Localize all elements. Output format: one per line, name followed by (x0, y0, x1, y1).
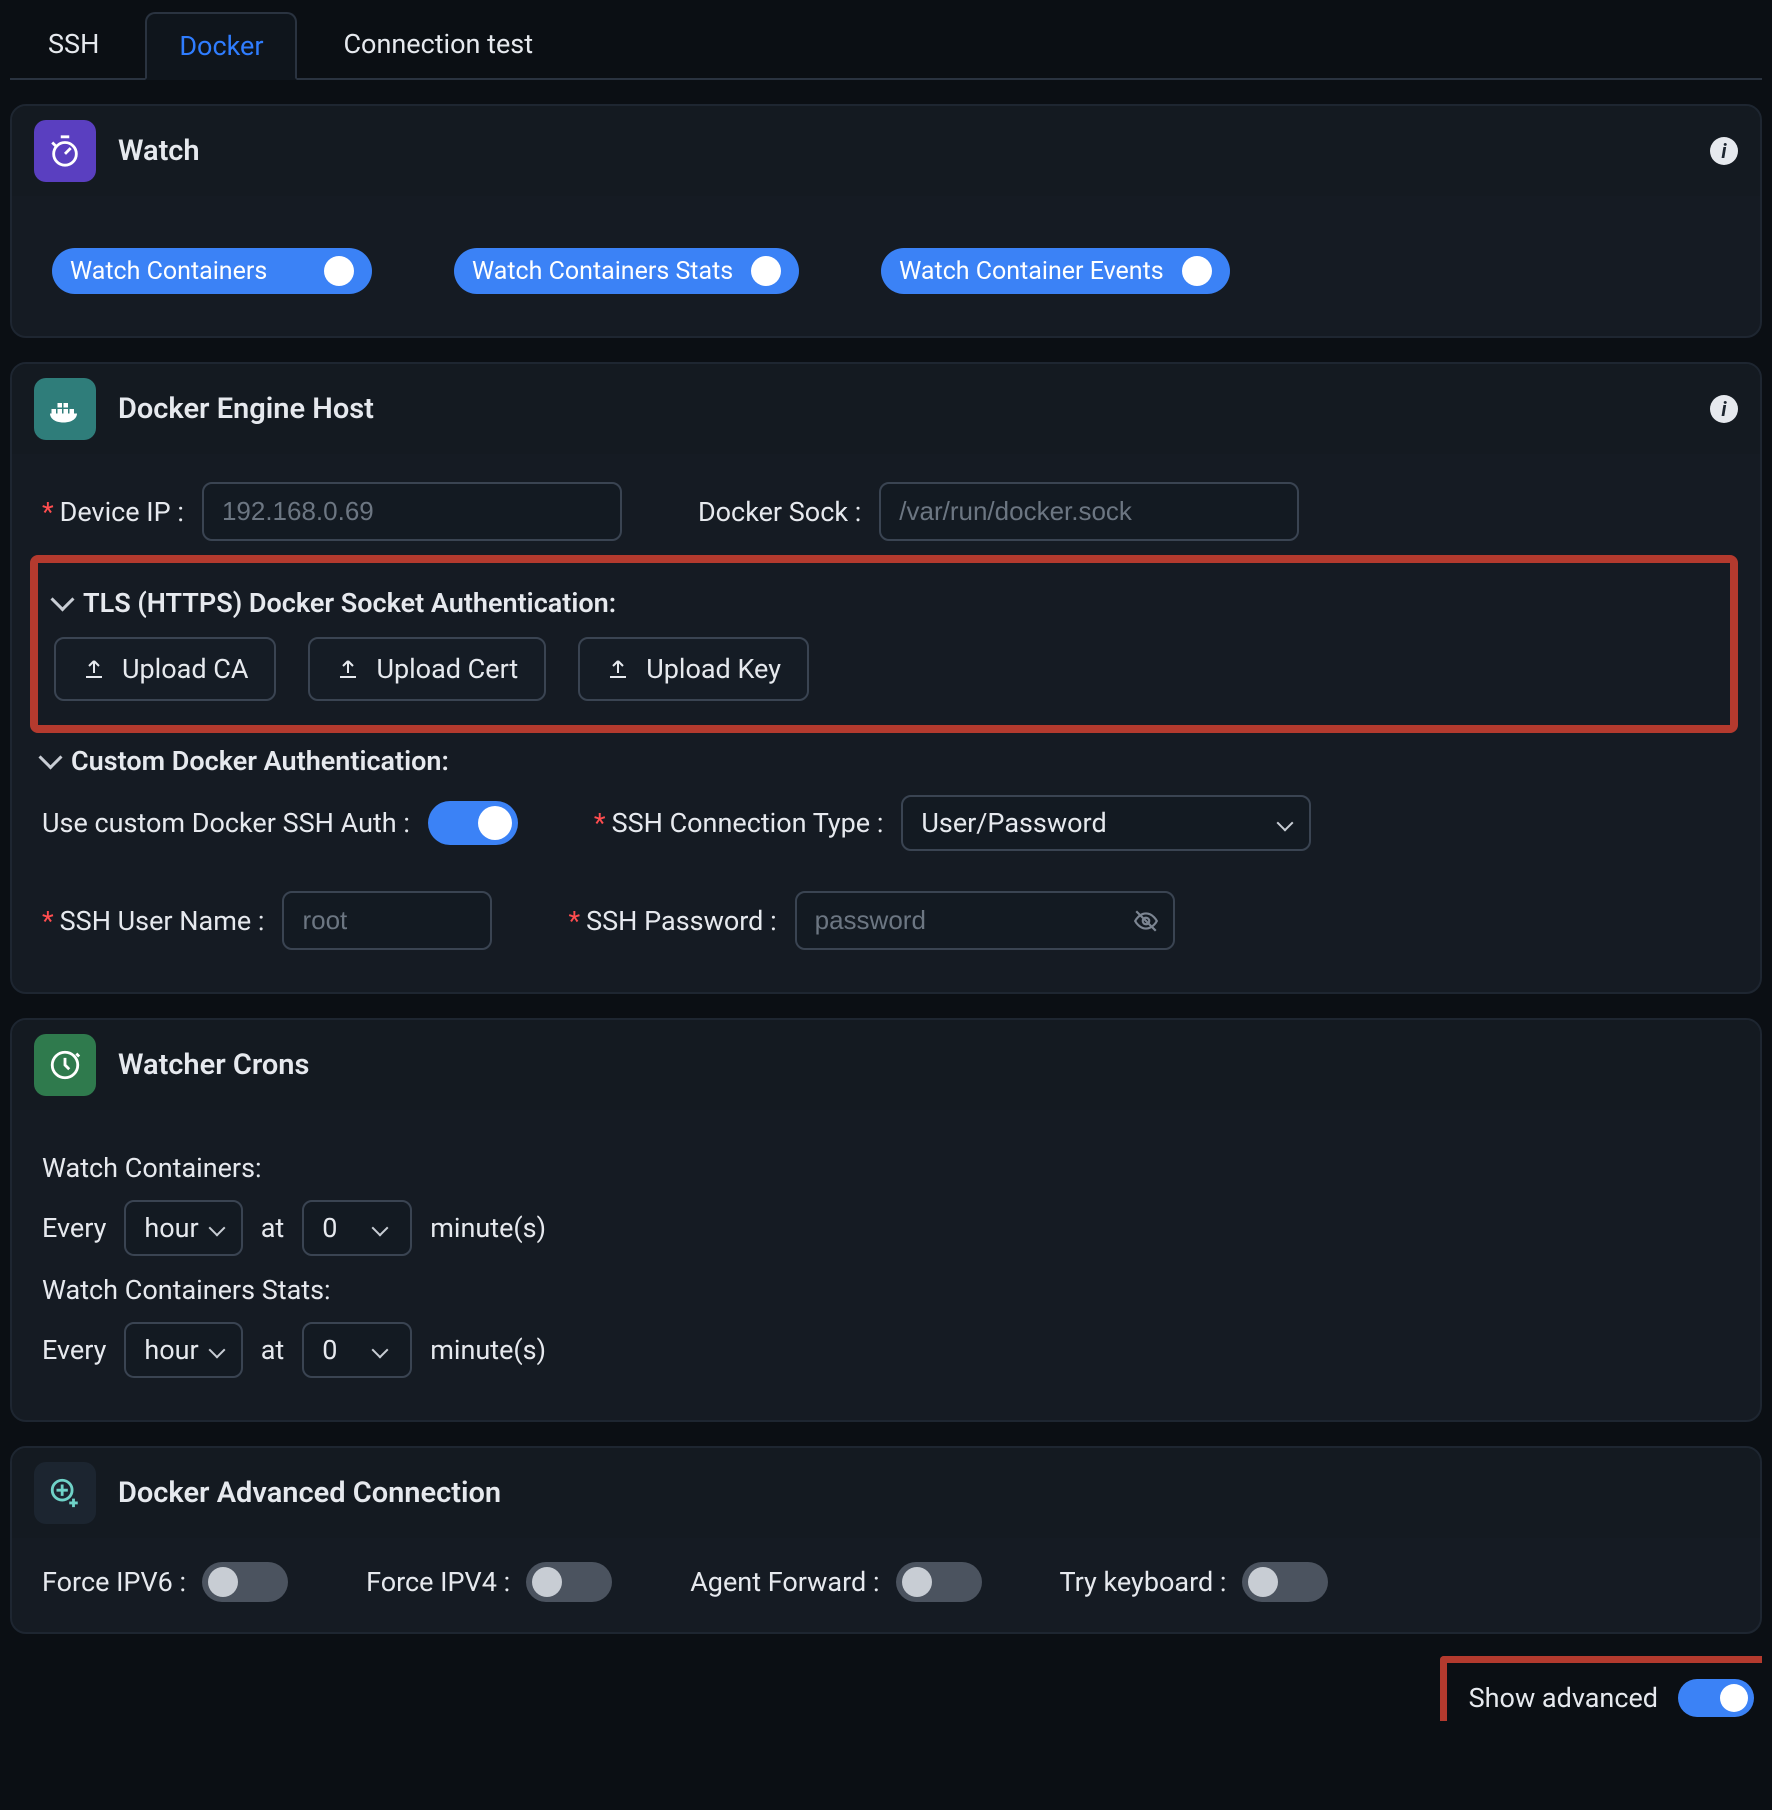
clock-icon (34, 1034, 96, 1096)
try-keyboard-label: Try keyboard (1060, 1566, 1227, 1598)
chevron-down-icon (1279, 807, 1291, 839)
toggle-agent-forward[interactable] (896, 1562, 982, 1602)
ssh-type-label: *SSH Connection Type (594, 807, 883, 839)
upload-cert-button[interactable]: Upload Cert (308, 637, 546, 701)
minutes-label: minute(s) (430, 1334, 546, 1366)
chevron-down-icon (211, 1212, 223, 1244)
card-docker-engine: Docker Engine Host i *Device IP Docker S… (10, 362, 1762, 994)
wcs-unit-select[interactable]: hour (124, 1322, 242, 1378)
show-advanced-highlight: Show advanced (1440, 1656, 1762, 1721)
upload-ca-button[interactable]: Upload CA (54, 637, 276, 701)
docker-icon (34, 378, 96, 440)
tls-section-highlight: TLS (HTTPS) Docker Socket Authentication… (30, 555, 1738, 733)
upload-icon (336, 657, 360, 681)
select-value: hour (144, 1334, 198, 1366)
tls-collapse[interactable]: TLS (HTTPS) Docker Socket Authentication… (54, 587, 1714, 619)
adv-title: Docker Advanced Connection (118, 1476, 501, 1510)
tabs: SSH Docker Connection test (10, 10, 1762, 80)
card-watcher-crons: Watcher Crons Watch Containers: Every ho… (10, 1018, 1762, 1422)
toggle-watch-events[interactable]: Watch Container Events (881, 248, 1230, 294)
show-advanced-label: Show advanced (1469, 1682, 1658, 1714)
minutes-label: minute(s) (430, 1212, 546, 1244)
chevron-down-icon (42, 745, 59, 777)
toggle-ipv4[interactable] (526, 1562, 612, 1602)
eye-off-icon[interactable] (1133, 908, 1159, 934)
ssh-user-input[interactable] (282, 891, 492, 950)
tab-ssh[interactable]: SSH (16, 12, 131, 80)
ipv6-label: Force IPV6 (42, 1566, 186, 1598)
device-ip-input[interactable] (202, 482, 622, 541)
chevron-down-icon (374, 1212, 386, 1244)
button-label: Upload Cert (376, 653, 518, 685)
toggle-ipv6[interactable] (202, 1562, 288, 1602)
custom-auth-title: Custom Docker Authentication: (71, 745, 449, 777)
info-icon[interactable]: i (1710, 395, 1738, 423)
toggle-label: Watch Containers Stats (472, 257, 733, 286)
ipv4-label: Force IPV4 (366, 1566, 510, 1598)
toggle-watch-containers[interactable]: Watch Containers (52, 248, 372, 294)
use-custom-ssh-label: Use custom Docker SSH Auth (42, 807, 410, 839)
wcs-minute-select[interactable]: 0 (302, 1322, 412, 1378)
at-label: at (261, 1334, 285, 1366)
agent-forward-label: Agent Forward (690, 1566, 879, 1598)
select-value: 0 (322, 1334, 362, 1366)
select-value: 0 (322, 1212, 362, 1244)
button-label: Upload CA (122, 653, 248, 685)
crons-title: Watcher Crons (118, 1048, 309, 1082)
device-ip-label: *Device IP (42, 496, 184, 528)
toggle-watch-stats[interactable]: Watch Containers Stats (454, 248, 799, 294)
upload-icon (82, 657, 106, 681)
toggle-label: Watch Container Events (899, 257, 1164, 286)
cron-wc-label: Watch Containers: (42, 1152, 1730, 1184)
button-label: Upload Key (646, 653, 781, 685)
tab-connection-test[interactable]: Connection test (311, 12, 565, 80)
ssh-user-label: *SSH User Name (42, 905, 264, 937)
tls-title: TLS (HTTPS) Docker Socket Authentication… (83, 587, 616, 619)
wc-unit-select[interactable]: hour (124, 1200, 242, 1256)
card-docker-advanced: Docker Advanced Connection Force IPV6 Fo… (10, 1446, 1762, 1634)
at-label: at (261, 1212, 285, 1244)
toggle-try-keyboard[interactable] (1242, 1562, 1328, 1602)
card-watch: Watch i Watch Containers Watch Container… (10, 104, 1762, 338)
chevron-down-icon (374, 1334, 386, 1366)
ssh-pwd-input[interactable] (795, 891, 1175, 950)
every-label: Every (42, 1212, 106, 1244)
add-config-icon (34, 1462, 96, 1524)
engine-title: Docker Engine Host (118, 392, 374, 426)
ssh-type-select[interactable]: User/Password (901, 795, 1311, 851)
docker-sock-input[interactable] (879, 482, 1299, 541)
tab-docker[interactable]: Docker (145, 12, 297, 80)
docker-sock-label: Docker Sock (698, 496, 861, 528)
upload-icon (606, 657, 630, 681)
toggle-use-custom-ssh[interactable] (428, 801, 518, 845)
chevron-down-icon (211, 1334, 223, 1366)
stopwatch-icon (34, 120, 96, 182)
select-value: User/Password (921, 807, 1106, 839)
watch-title: Watch (118, 134, 200, 168)
info-icon[interactable]: i (1710, 137, 1738, 165)
ssh-pwd-label: *SSH Password (568, 905, 776, 937)
toggle-show-advanced[interactable] (1678, 1679, 1754, 1717)
every-label: Every (42, 1334, 106, 1366)
toggle-label: Watch Containers (70, 257, 267, 286)
cron-wcs-label: Watch Containers Stats: (42, 1274, 1730, 1306)
upload-key-button[interactable]: Upload Key (578, 637, 809, 701)
chevron-down-icon (54, 587, 71, 619)
footer: Show advanced (10, 1656, 1762, 1721)
custom-auth-collapse[interactable]: Custom Docker Authentication: (42, 745, 1730, 777)
select-value: hour (144, 1212, 198, 1244)
wc-minute-select[interactable]: 0 (302, 1200, 412, 1256)
